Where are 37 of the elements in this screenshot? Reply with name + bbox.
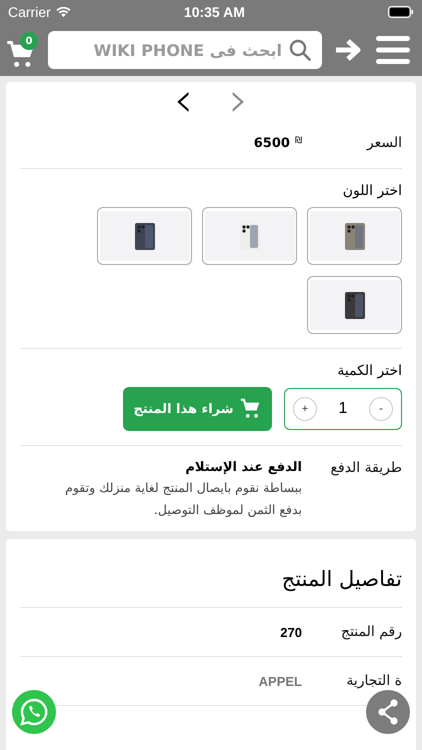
next-button[interactable]: › (229, 82, 248, 118)
wifi-icon (56, 6, 71, 18)
payment-method: الدفع عند الإستلام (184, 460, 302, 475)
phone-drawing (134, 222, 154, 250)
details-title: تفاصيل المنتج (20, 539, 402, 608)
color-option[interactable] (202, 207, 297, 265)
color-option[interactable] (307, 276, 402, 334)
detail-value: 270 (280, 624, 302, 640)
battery-icon (388, 6, 414, 18)
decrease-button[interactable]: - (369, 397, 393, 421)
cart-count-badge: 0 (20, 32, 38, 50)
previous-button[interactable]: ‹ (174, 82, 193, 118)
cart-icon (240, 398, 262, 420)
quantity-label: اختر الكمية (336, 363, 402, 379)
payment-description: ببساطة نقوم بايصال المنتج لغاية منزلك وتقوم بدفع الثمن لموظف التوصيل. (64, 479, 302, 519)
color-label: اختر اللون (342, 183, 402, 199)
increase-button[interactable]: + (293, 397, 317, 421)
menu-icon[interactable] (376, 35, 410, 65)
quantity-value: 1 (338, 400, 348, 418)
phone-drawing (344, 292, 364, 318)
color-option[interactable] (307, 207, 402, 265)
detail-value: APPEL (258, 674, 302, 688)
price-value: 6500 (254, 136, 290, 150)
currency-sign: ₪ (294, 136, 302, 148)
whatsapp-button[interactable] (12, 690, 56, 734)
search-icon (288, 38, 312, 62)
detail-label: رقم المنتج (340, 624, 402, 640)
price-label: السعر (365, 135, 402, 151)
search-field[interactable]: ابحث فى WIKI PHONE (48, 31, 322, 69)
payment-label: طريقة الدفع (330, 460, 402, 478)
detail-label: ة التجارية (345, 673, 402, 689)
phone-drawing (240, 222, 260, 250)
carrier-name: Carrier (8, 4, 51, 20)
status-time: 10:35 AM (182, 4, 246, 20)
color-option[interactable] (97, 207, 192, 265)
share-button[interactable] (366, 690, 410, 734)
phone-drawing (344, 222, 364, 250)
